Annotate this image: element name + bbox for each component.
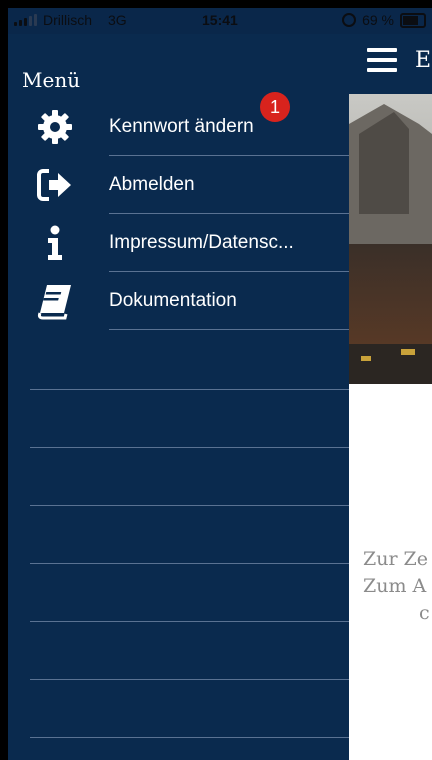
menu-item-label: Dokumentation [109,290,237,311]
screen: Drillisch 3G 15:41 69 % Menü Kennwort än… [8,8,432,760]
network-type: 3G [108,12,127,28]
app-header: E [349,34,432,94]
side-menu: Menü Kennwort ändern Abmelden Impressum/… [8,34,349,760]
info-icon [48,225,62,260]
divider [30,621,349,622]
info-text-line: c [419,602,430,624]
app-content: E Zur Ze Zum A c [349,34,432,760]
orientation-lock-icon [342,13,357,27]
gear-icon [38,110,72,144]
carrier-name: Drillisch [43,12,92,28]
divider [30,563,349,564]
sign-out-icon [37,169,71,201]
menu-item-imprint[interactable]: Impressum/Datensc... [8,214,349,272]
menu-item-label: Kennwort ändern [109,116,254,137]
divider [30,737,349,738]
status-bar: Drillisch 3G 15:41 69 % [8,8,432,34]
menu-item-label: Impressum/Datensc... [109,232,294,253]
divider [30,505,349,506]
menu-icon[interactable] [367,48,397,72]
status-right: 69 % [342,12,426,28]
book-icon [37,285,71,320]
device-frame: Drillisch 3G 15:41 69 % Menü Kennwort än… [0,0,432,760]
battery-percent: 69 % [362,12,394,28]
divider [30,447,349,448]
info-text: Zur Ze Zum A c [363,546,430,627]
hero-image [349,94,432,384]
battery-icon [400,12,426,28]
info-text-line: Zum A [363,575,427,597]
app-title: E [415,48,432,73]
divider [109,329,349,330]
notification-badge: 1 [260,92,290,122]
menu-item-logout[interactable]: Abmelden [8,156,349,214]
menu-item-change-password[interactable]: Kennwort ändern [8,98,349,156]
signal-icon [14,14,37,26]
info-text-line: Zur Ze [363,548,429,570]
menu-item-label: Abmelden [109,174,195,195]
menu-item-documentation[interactable]: Dokumentation [8,272,349,330]
divider [30,679,349,680]
divider [30,389,349,390]
status-time: 15:41 [202,12,238,28]
status-left: Drillisch 3G [14,12,127,28]
menu-title: Menü [22,68,81,92]
